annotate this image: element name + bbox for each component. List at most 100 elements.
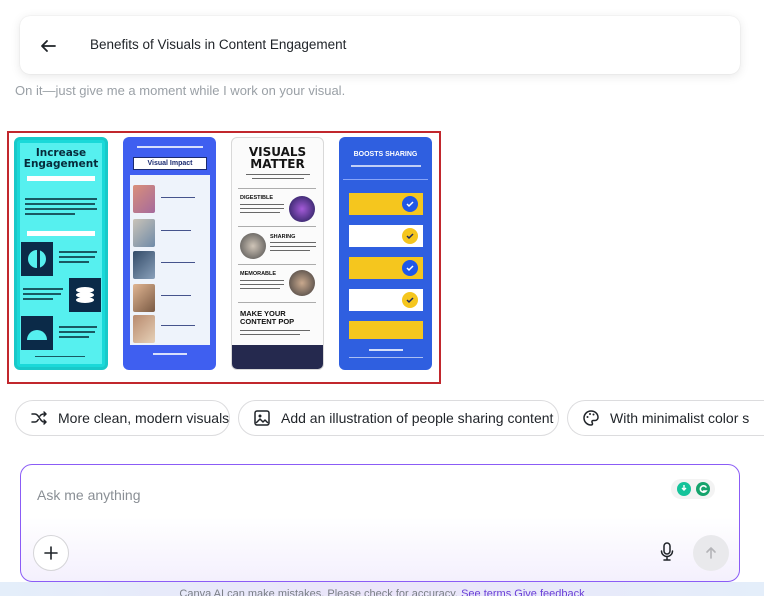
prompt-input[interactable]	[37, 485, 637, 505]
thumbnail-title: VISUALS MATTER	[248, 145, 307, 171]
thumbnail-image	[289, 270, 315, 296]
thumbnail-text-line	[270, 242, 316, 243]
thumbnail-text-line	[59, 261, 89, 263]
thumbnail-text-line	[240, 280, 284, 281]
thumbnail-text-line	[161, 325, 195, 326]
design-thumbnail-4[interactable]: BOOSTS SHARING	[339, 137, 432, 370]
thumbnail-icon-block	[21, 316, 53, 350]
send-button[interactable]	[693, 535, 729, 571]
thumbnail-text-line	[59, 331, 95, 333]
thumbnail-photo	[133, 219, 155, 247]
thumbnail-text-line	[240, 212, 280, 213]
terms-link[interactable]: See terms	[461, 588, 511, 596]
thumbnail-text-line	[240, 334, 300, 335]
thumbnail-banner	[27, 176, 95, 181]
thumbnail-footer	[232, 345, 323, 369]
thumbnail-text-line	[161, 197, 195, 198]
thumbnail-text-line	[25, 213, 75, 215]
thumbnail-text-line	[270, 246, 316, 247]
thumbnail-text-line	[59, 326, 97, 328]
thumbnail-section-label: DIGESTIBLE	[240, 195, 274, 201]
thumbnail-text-line	[59, 336, 89, 338]
thumbnail-footer-line	[153, 353, 187, 355]
thumbnail-divider	[238, 226, 316, 227]
thumbnail-divider	[238, 188, 316, 189]
add-button[interactable]	[33, 535, 69, 571]
design-thumbnail-2[interactable]: Visual Impact	[123, 137, 216, 370]
header-card: Benefits of Visuals in Content Engagemen…	[20, 16, 740, 74]
thumbnail-text-line	[25, 198, 97, 200]
grammarly-icon	[695, 482, 710, 496]
design-thumbnail-3[interactable]: VISUALS MATTER DIGESTIBLE SHARING MEMORA…	[231, 137, 324, 370]
thumbnail-footer-line	[349, 357, 423, 358]
feedback-link[interactable]: Give feedback	[514, 588, 584, 596]
suggestion-chip-modern-visuals[interactable]: More clean, modern visuals	[15, 400, 230, 436]
thumbnail-photo	[133, 315, 155, 343]
thumbnail-footer-line	[369, 349, 403, 351]
thumbnail-text-line	[23, 298, 53, 300]
design-thumbnail-1[interactable]: Increase Engagement	[14, 137, 108, 370]
palette-icon	[582, 409, 600, 427]
thumbnail-text-line	[351, 165, 421, 167]
thumbnail-row	[349, 225, 423, 247]
thumbnail-title: Visual Impact	[133, 157, 207, 170]
thumbnail-row	[349, 257, 423, 279]
thumbnail-section-label: MEMORABLE	[240, 271, 277, 277]
thumbnail-text-line	[23, 288, 63, 290]
thumbnail-photo	[133, 284, 155, 312]
thumbnail-text-line	[240, 208, 284, 209]
thumbnail-text-line	[161, 262, 195, 263]
thumbnail-section-label: SHARING	[270, 234, 296, 240]
thumbnail-text-line	[23, 293, 61, 295]
thumbnail-text-line	[25, 203, 95, 205]
suggestion-chip-minimalist[interactable]: With minimalist color s	[567, 400, 764, 436]
suggestion-label: With minimalist color s	[610, 410, 750, 426]
plus-icon	[44, 546, 58, 560]
thumbnail-text-line	[59, 256, 95, 258]
thumbnail-title: Increase Engagement	[23, 147, 99, 170]
back-button[interactable]	[38, 36, 58, 56]
thumbnail-text-line	[25, 208, 97, 210]
thumbnail-cta: MAKE YOUR CONTENT POP	[240, 309, 295, 326]
thumbnail-title: BOOSTS SHARING	[353, 151, 418, 158]
thumbnail-photo	[133, 251, 155, 279]
thumbnail-text-line	[240, 204, 284, 205]
shuffle-icon	[30, 409, 48, 427]
thumbnail-icon-block	[69, 278, 101, 312]
thumbnail-divider	[238, 302, 316, 303]
thumbnail-text-line	[240, 330, 310, 331]
thumbnail-text-line	[161, 295, 191, 296]
disclaimer: Canva AI can make mistakes. Please check…	[0, 588, 764, 596]
status-message: On it—just give me a moment while I work…	[15, 83, 346, 98]
page-title: Benefits of Visuals in Content Engagemen…	[90, 37, 347, 52]
thumbnail-text-line	[240, 284, 284, 285]
thumbnail-banner	[27, 231, 95, 236]
arrow-left-icon	[41, 40, 56, 52]
thumbnail-image	[289, 196, 315, 222]
microphone-button[interactable]	[657, 539, 677, 565]
grammarly-widget[interactable]	[671, 479, 715, 499]
thumbnail-icon-block	[21, 242, 53, 276]
thumbnail-text-line	[246, 174, 310, 175]
disclaimer-text: Canva AI can make mistakes. Please check…	[179, 588, 458, 596]
thumbnail-image	[240, 233, 266, 259]
thumbnail-divider	[238, 264, 316, 265]
thumbnail-divider	[343, 179, 428, 180]
thumbnail-text-line	[59, 251, 97, 253]
prompt-box	[20, 464, 740, 582]
thumbnail-text-line	[252, 178, 304, 179]
thumbnail-text-line	[240, 288, 280, 289]
thumbnail-text-line	[270, 250, 310, 251]
thumbnail-row	[349, 321, 423, 339]
thumbnail-header-line	[137, 146, 203, 148]
thumbnail-text-line	[35, 356, 85, 357]
arrow-up-icon	[706, 547, 716, 559]
thumbnail-text-line	[161, 230, 191, 231]
thumbnail-row	[349, 289, 423, 311]
image-icon	[253, 409, 271, 427]
suggestion-chip-illustration[interactable]: Add an illustration of people sharing co…	[238, 400, 559, 436]
microphone-icon	[660, 542, 674, 561]
thumbnail-photo	[133, 185, 155, 213]
suggestion-bulb-icon	[676, 482, 691, 496]
suggestion-label: Add an illustration of people sharing co…	[281, 410, 554, 426]
